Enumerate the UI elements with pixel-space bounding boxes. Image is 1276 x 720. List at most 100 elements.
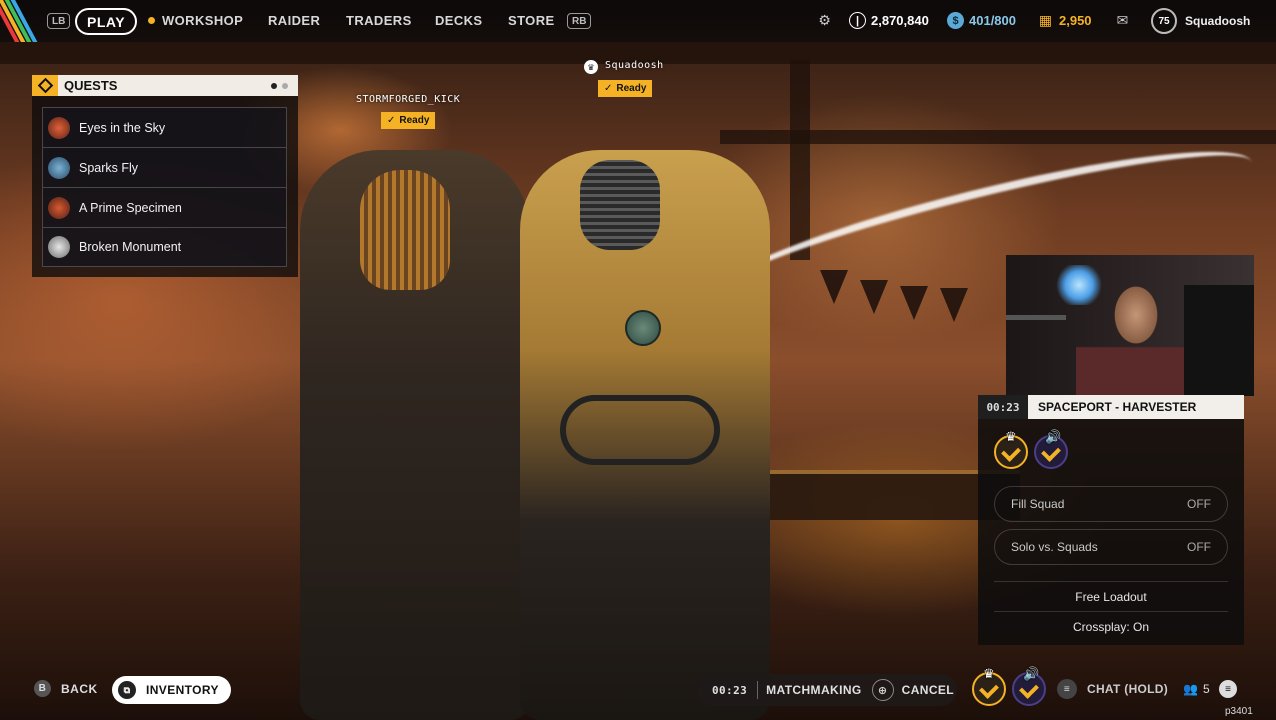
coin-icon: |: [849, 12, 866, 29]
stash-capacity-value: 401/800: [969, 13, 1016, 28]
map-name: SPACEPORT - HARVESTER: [1028, 395, 1244, 419]
blue-robot-icon: [48, 156, 70, 179]
mail-button[interactable]: ✉: [1114, 12, 1136, 29]
bunting-flag: [900, 286, 928, 320]
token-stack-icon: ▦: [1038, 12, 1053, 28]
watermark-text: p3401: [1225, 706, 1253, 717]
match-timer: 00:23: [978, 395, 1028, 419]
inventory-button[interactable]: ⧉ INVENTORY: [112, 676, 231, 704]
menu-icon[interactable]: ≡: [1219, 680, 1237, 698]
squad-slot-1[interactable]: ♛: [994, 429, 1028, 469]
nav-tab-play[interactable]: PLAY: [75, 8, 138, 35]
match-settings-panel: 00:23 SPACEPORT - HARVESTER ♛ 🔊 Fill Squ…: [978, 395, 1244, 645]
tokens-counter: ▦ 2,950: [1037, 12, 1092, 29]
option-value: OFF: [1187, 497, 1211, 511]
bunting-flag: [860, 280, 888, 314]
b-button-icon: B: [34, 680, 51, 697]
support-beam: [720, 130, 1276, 144]
nav-tab-store[interactable]: STORE: [508, 13, 555, 28]
matchmaking-status-bar: 00:23 MATCHMAKING ⊕ CANCEL: [697, 674, 957, 706]
view-button-icon: ⧉: [118, 681, 136, 699]
quests-header: QUESTS: [32, 75, 298, 96]
notification-dot-icon: [148, 17, 155, 24]
suit-emblem: [625, 310, 661, 346]
raider-left-mask: [360, 170, 450, 290]
people-icon: 👥: [1183, 682, 1198, 696]
squad-member-2[interactable]: 🔊: [1012, 666, 1046, 706]
stash-capacity: $ 401/800: [947, 12, 1016, 29]
quest-item-a-prime-specimen[interactable]: A Prime Specimen: [42, 187, 287, 227]
quest-item-eyes-in-the-sky[interactable]: Eyes in the Sky: [42, 107, 287, 147]
quest-label: Sparks Fly: [79, 160, 139, 175]
fill-squad-toggle[interactable]: Fill Squad OFF: [994, 486, 1228, 522]
rainbow-stripes-logo: [0, 0, 40, 42]
player-username[interactable]: Squadoosh: [1185, 14, 1250, 28]
cancel-key-icon[interactable]: ⊕: [871, 679, 894, 701]
loadout-mode[interactable]: Free Loadout: [994, 581, 1228, 611]
nav-tab-raider[interactable]: RAIDER: [268, 13, 320, 28]
player-tag-right-name: Squadoosh: [605, 60, 664, 71]
stash-icon: $: [947, 12, 964, 29]
bunting-flag: [940, 288, 968, 322]
back-button[interactable]: B BACK: [34, 680, 98, 697]
squad-member-1[interactable]: ♛: [972, 666, 1006, 706]
mail-icon: ✉: [1116, 12, 1129, 28]
red-robot-icon: [48, 196, 70, 219]
crossplay-setting[interactable]: Crossplay: On: [994, 611, 1228, 641]
match-header: 00:23 SPACEPORT - HARVESTER: [978, 395, 1244, 419]
check-icon: ✓: [604, 83, 613, 94]
quests-title: QUESTS: [64, 78, 118, 93]
quest-label: A Prime Specimen: [79, 200, 182, 215]
divider: [757, 681, 759, 699]
ready-badge-left: ✓ Ready: [381, 112, 436, 129]
quest-list: Eyes in the Sky Sparks Fly A Prime Speci…: [42, 107, 287, 267]
matchmaking-timer: 00:23: [712, 683, 748, 697]
coins-counter: | 2,870,840: [849, 12, 929, 29]
streamer: [1076, 275, 1196, 396]
nav-tab-workshop-label: WORKSHOP: [162, 13, 244, 28]
player-tag-left-name: STORMFORGED_KICK: [356, 94, 461, 105]
red-robot-icon: [48, 116, 70, 139]
back-label: BACK: [61, 681, 98, 696]
lb-bumper-icon[interactable]: LB: [47, 13, 71, 29]
check-icon: ✓: [387, 115, 396, 126]
party-size[interactable]: 👥 5: [1183, 682, 1210, 696]
statue-icon: [48, 236, 70, 258]
chat-hold-button[interactable]: ≡ CHAT (HOLD): [1057, 679, 1168, 699]
quest-label: Eyes in the Sky: [79, 120, 166, 135]
player-level-badge[interactable]: 75: [1151, 8, 1177, 34]
party-leader-crown-icon: ♛: [584, 60, 598, 74]
nav-tab-workshop[interactable]: WORKSHOP: [148, 13, 243, 28]
ready-badge-right: ✓ Ready: [598, 80, 653, 97]
quest-label: Broken Monument: [79, 240, 182, 254]
robot-perk-icon: ⚙: [818, 12, 831, 28]
rb-bumper-icon[interactable]: RB: [567, 13, 592, 29]
option-value: OFF: [1187, 540, 1211, 554]
support-pillar: [790, 60, 810, 260]
inventory-label: INVENTORY: [146, 683, 219, 697]
chat-label: CHAT (HOLD): [1087, 682, 1169, 696]
tokens-value: 2,950: [1059, 13, 1092, 28]
raider-right-mask: [580, 160, 660, 250]
nav-tab-traders[interactable]: TRADERS: [346, 13, 412, 28]
nav-tab-decks[interactable]: DECKS: [435, 13, 483, 28]
matchmaking-label: MATCHMAKING: [766, 683, 862, 697]
option-label: Solo vs. Squads: [1011, 540, 1098, 554]
perks-indicator[interactable]: ⚙: [816, 12, 838, 29]
top-navigation-bar: LB PLAY WORKSHOP RAIDER TRADERS DECKS ST…: [0, 0, 1276, 42]
quest-item-sparks-fly[interactable]: Sparks Fly: [42, 147, 287, 187]
shelf: [1006, 315, 1066, 320]
option-label: Fill Squad: [1011, 497, 1065, 511]
quests-page-indicator: [271, 82, 288, 89]
quest-item-broken-monument[interactable]: Broken Monument: [42, 227, 287, 267]
quest-diamond-icon: [32, 75, 58, 96]
quests-panel: QUESTS Eyes in the Sky Sparks Fly A Prim…: [32, 75, 298, 277]
squad-slot-2[interactable]: 🔊: [1034, 429, 1068, 469]
party-count: 5: [1202, 682, 1210, 696]
ready-label: Ready: [399, 115, 430, 126]
bunting-flag: [820, 270, 848, 304]
cancel-button[interactable]: CANCEL: [902, 683, 954, 697]
solo-vs-squads-toggle[interactable]: Solo vs. Squads OFF: [994, 529, 1228, 565]
streamer-webcam-overlay: [1006, 255, 1254, 396]
ready-label: Ready: [616, 83, 647, 94]
